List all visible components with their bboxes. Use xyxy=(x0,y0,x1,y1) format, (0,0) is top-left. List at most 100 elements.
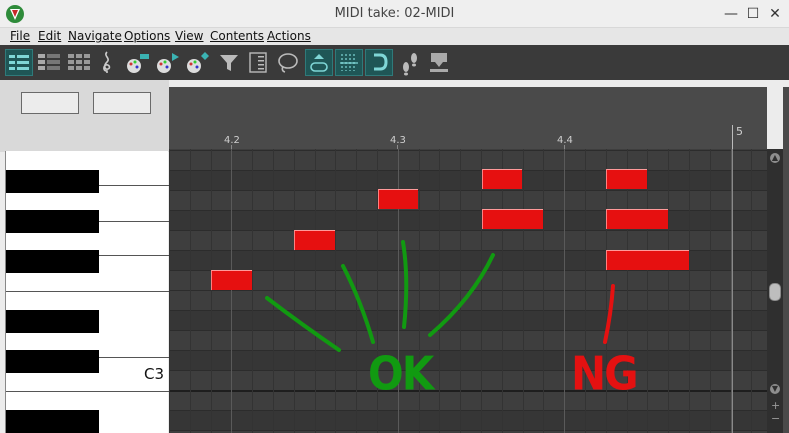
black-key[interactable] xyxy=(6,410,99,433)
midi-note-ok[interactable] xyxy=(378,189,418,209)
color-notes-track-icon[interactable] xyxy=(154,49,182,76)
ruler-bar-tick xyxy=(732,125,733,149)
menu-navigate[interactable]: Navigate xyxy=(68,28,122,44)
color-notes-velocity-icon[interactable] xyxy=(184,49,212,76)
zoom-out-icon[interactable]: − xyxy=(771,413,780,424)
window-title: MIDI take: 02-MIDI xyxy=(334,6,455,21)
midi-note-ng[interactable] xyxy=(606,209,668,229)
grid-row-separator xyxy=(169,210,767,211)
toolbar xyxy=(0,45,789,80)
loop-icon[interactable] xyxy=(305,49,333,76)
named-notes-view-icon[interactable] xyxy=(35,49,63,76)
grid-vertical-line xyxy=(668,149,669,433)
grid-row-dark xyxy=(169,350,767,370)
midi-input-icon[interactable] xyxy=(425,49,453,76)
note-field-right[interactable] xyxy=(93,92,151,114)
note-field-left[interactable] xyxy=(21,92,79,114)
grid-row-dark xyxy=(169,170,767,190)
piano-keyboard[interactable]: C3 xyxy=(5,151,169,433)
grid-vertical-line xyxy=(481,149,482,433)
black-key[interactable] xyxy=(6,350,99,373)
filter-icon[interactable] xyxy=(216,49,242,76)
black-key[interactable] xyxy=(6,210,99,233)
color-notes-channel-icon[interactable] xyxy=(124,49,152,76)
left-panel xyxy=(0,80,169,152)
grid-vertical-line xyxy=(335,149,336,433)
grid-vertical-line xyxy=(169,149,170,433)
grid-vertical-line xyxy=(419,149,420,433)
grid-vertical-line xyxy=(564,149,565,433)
vertical-scrollbar[interactable]: ▲ ▼ + − xyxy=(767,149,783,433)
maximize-button[interactable]: ☐ xyxy=(744,5,762,23)
grid-row-separator xyxy=(169,410,767,411)
midi-note-ok[interactable] xyxy=(482,209,543,229)
grid-row-separator xyxy=(169,170,767,171)
black-key[interactable] xyxy=(6,170,99,193)
grid-vertical-line xyxy=(356,149,357,433)
grid-row-dark xyxy=(169,410,767,430)
grid-vertical-line xyxy=(294,149,295,433)
grid-bar-line xyxy=(732,149,733,433)
grid-vertical-line xyxy=(231,149,232,433)
grid-vertical-line xyxy=(315,149,316,433)
grid-row-dark xyxy=(169,310,767,330)
grid-vertical-line xyxy=(710,149,711,433)
grid-vertical-line xyxy=(439,149,440,433)
drum-grid-view-icon[interactable] xyxy=(65,49,93,76)
grid-vertical-line xyxy=(751,149,752,433)
grid-snap-icon[interactable] xyxy=(335,49,363,76)
close-button[interactable]: ✕ xyxy=(766,5,784,23)
minimize-button[interactable]: — xyxy=(722,5,740,23)
menu-view[interactable]: View xyxy=(175,28,203,44)
scroll-up-button[interactable]: ▲ xyxy=(770,153,780,163)
grid-row-separator xyxy=(169,370,767,371)
note-grid[interactable] xyxy=(169,149,767,433)
zoom-in-icon[interactable]: + xyxy=(771,400,780,411)
grid-row-separator xyxy=(169,310,767,311)
grid-vertical-line xyxy=(606,149,607,433)
lasso-select-icon[interactable] xyxy=(275,49,301,76)
scroll-down-button[interactable]: ▼ xyxy=(770,384,780,394)
midi-editor-window: MIDI take: 02-MIDI — ☐ ✕ File Edit Navig… xyxy=(0,0,789,433)
midi-note-ng[interactable] xyxy=(606,250,689,270)
grid-vertical-line xyxy=(502,149,503,433)
grid-vertical-line xyxy=(190,149,191,433)
grid-vertical-line xyxy=(252,149,253,433)
grid-vertical-line xyxy=(460,149,461,433)
grid-vertical-line xyxy=(585,149,586,433)
grid-vertical-line xyxy=(523,149,524,433)
magnet-snap-icon[interactable] xyxy=(365,49,393,76)
menu-file[interactable]: File xyxy=(10,28,30,44)
black-key[interactable] xyxy=(6,250,99,273)
midi-note-ok[interactable] xyxy=(294,230,335,250)
right-edge xyxy=(783,87,789,433)
grid-row-separator xyxy=(169,190,767,191)
grid-vertical-line xyxy=(627,149,628,433)
midi-note-ok[interactable] xyxy=(482,169,522,189)
keyboard-track-icon[interactable] xyxy=(246,49,270,76)
midi-note-ok[interactable] xyxy=(211,270,252,290)
menu-options[interactable]: Options xyxy=(124,28,170,44)
c3-octave-label: C3 xyxy=(144,365,165,383)
midi-note-ng[interactable] xyxy=(606,169,647,189)
notation-clef-icon[interactable] xyxy=(95,49,119,76)
menu-bar: File Edit Navigate Options View Contents… xyxy=(0,28,789,45)
grid-octave-line xyxy=(169,390,767,392)
grid-vertical-line xyxy=(647,149,648,433)
menu-actions[interactable]: Actions xyxy=(267,28,311,44)
menu-contents[interactable]: Contents xyxy=(210,28,264,44)
menu-edit[interactable]: Edit xyxy=(38,28,61,44)
step-input-icon[interactable] xyxy=(397,49,423,76)
ruler-label: 5 xyxy=(736,125,743,138)
grid-row-separator xyxy=(169,330,767,331)
title-bar: MIDI take: 02-MIDI — ☐ ✕ xyxy=(0,0,789,28)
piano-roll-view-icon[interactable] xyxy=(5,49,33,76)
grid-vertical-line xyxy=(543,149,544,433)
scrollbar-thumb[interactable] xyxy=(769,283,781,301)
grid-row-separator xyxy=(169,430,767,431)
black-key[interactable] xyxy=(6,310,99,333)
timeline-ruler[interactable]: 4.2 4.3 4.4 5 xyxy=(169,87,767,149)
grid-vertical-line xyxy=(273,149,274,433)
white-key-line xyxy=(6,291,169,292)
grid-row-separator xyxy=(169,270,767,271)
